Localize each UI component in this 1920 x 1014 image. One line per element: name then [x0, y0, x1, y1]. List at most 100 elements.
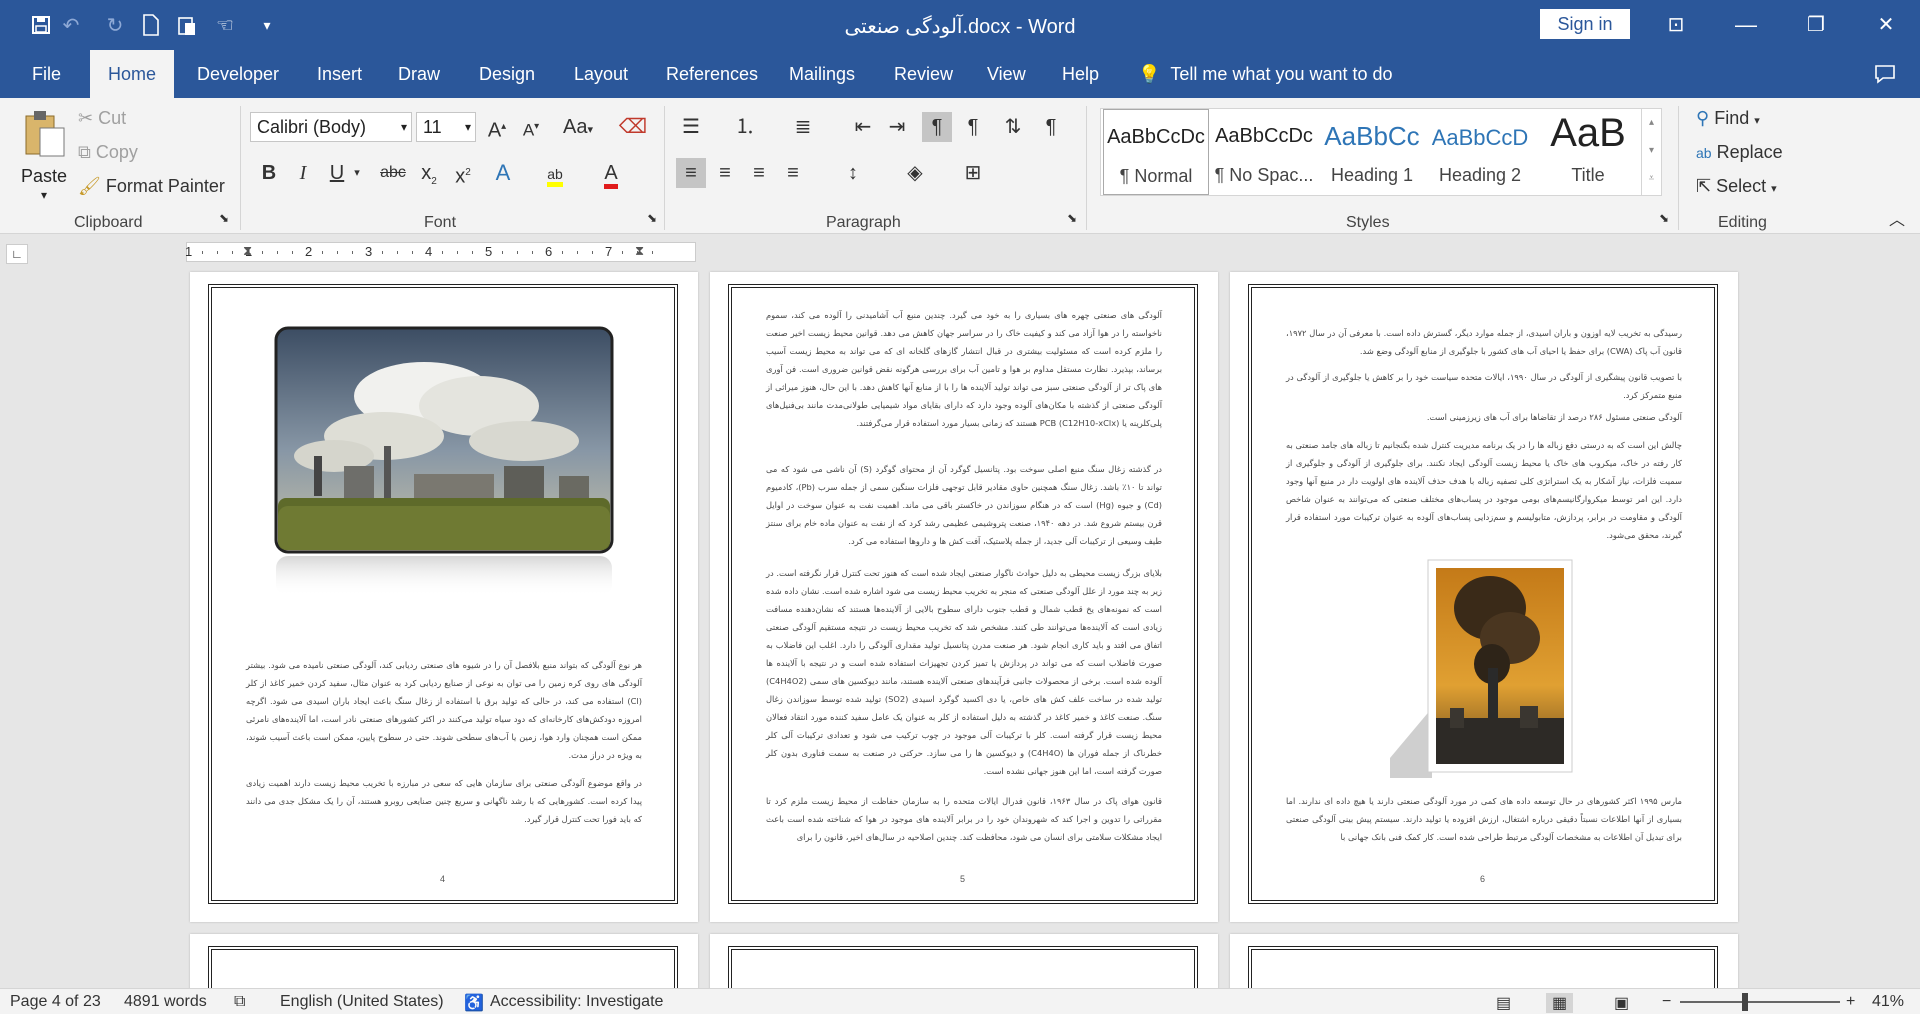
page-5-paragraph-1: آلودگی های صنعتی چهره های بسیاری را به خ…	[766, 310, 1162, 428]
underline-icon[interactable]: U	[322, 158, 352, 188]
decrease-font-size-icon[interactable]: A▾	[516, 112, 546, 142]
document-page-8[interactable]	[710, 934, 1218, 1006]
clear-formatting-icon[interactable]: ⌫	[618, 112, 648, 142]
align-left-icon[interactable]: ≡	[676, 158, 706, 188]
show-hide-formatting-icon[interactable]: ¶	[1036, 112, 1066, 142]
style-no-spacing[interactable]: AaBbCcDc ¶ No Spac...	[1211, 109, 1317, 195]
paragraph-dialog-launcher-icon[interactable]: ⬊	[1064, 210, 1080, 226]
word-count[interactable]: 4891 words	[124, 993, 207, 1011]
select-button[interactable]: ⇱ Select ▾	[1696, 176, 1777, 197]
tab-design[interactable]: Design	[461, 50, 553, 98]
tab-help[interactable]: Help	[1044, 50, 1117, 98]
collapse-ribbon-icon[interactable]: ︿	[1882, 206, 1912, 236]
clipboard-dialog-launcher-icon[interactable]: ⬊	[216, 210, 232, 226]
zoom-out-icon[interactable]: −	[1662, 993, 1671, 1011]
text-effects-icon[interactable]: A	[488, 158, 518, 188]
comments-icon[interactable]	[1870, 59, 1900, 89]
accessibility-icon[interactable]: ♿	[464, 993, 484, 1013]
align-center-icon[interactable]: ≡	[710, 158, 740, 188]
increase-font-size-icon[interactable]: A▴	[482, 112, 512, 142]
paragraph-group-label: Paragraph	[826, 214, 901, 231]
font-dialog-launcher-icon[interactable]: ⬊	[644, 210, 660, 226]
bullets-icon[interactable]: ☰	[676, 112, 706, 142]
underline-dropdown-icon[interactable]: ▾	[350, 158, 364, 188]
font-size-select[interactable]: 11 ▾	[416, 112, 476, 142]
increase-indent-icon[interactable]: ⇥	[882, 112, 912, 142]
tab-home[interactable]: Home	[90, 50, 175, 98]
document-page-6[interactable]: رسیدگی به تخریب لایه اوزون و باران اسیدی…	[1230, 272, 1738, 922]
print-layout-icon[interactable]: ▦	[1546, 993, 1574, 1013]
language-indicator[interactable]: English (United States)	[280, 993, 444, 1011]
document-page-7[interactable]	[190, 934, 698, 1006]
proofing-icon[interactable]: ⧉	[234, 993, 245, 1011]
font-family-select[interactable]: Calibri (Body) ▾	[250, 112, 412, 142]
ruler-tick	[622, 251, 623, 254]
subscript-icon[interactable]: x2	[414, 158, 444, 188]
highlight-color-icon[interactable]: ab	[540, 158, 570, 188]
tab-insert[interactable]: Insert	[299, 50, 380, 98]
rtl-direction-icon[interactable]: ¶	[958, 112, 988, 142]
read-mode-icon[interactable]: ▤	[1496, 993, 1511, 1013]
style-heading-1[interactable]: AaBbCc Heading 1	[1319, 109, 1425, 195]
find-button[interactable]: ⚲ Find ▾	[1696, 108, 1760, 129]
close-window-icon[interactable]: ✕	[1866, 10, 1906, 40]
web-layout-icon[interactable]: ▣	[1614, 993, 1629, 1013]
document-page-4[interactable]: هر نوع آلودگی که بتواند منبع بلافصل آن ر…	[190, 272, 698, 922]
sort-icon[interactable]: ⇅	[998, 112, 1028, 142]
restore-window-icon[interactable]: ❐	[1796, 10, 1836, 40]
sign-in-button[interactable]: Sign in	[1540, 9, 1630, 39]
zoom-in-icon[interactable]: +	[1846, 993, 1855, 1011]
ltr-direction-icon[interactable]: ¶	[922, 112, 952, 142]
style-heading-2[interactable]: AaBbCcD Heading 2	[1427, 109, 1533, 195]
ruler-number: 5	[485, 244, 493, 259]
replace-button[interactable]: ab Replace	[1696, 142, 1783, 163]
superscript-icon[interactable]: x2	[448, 158, 478, 188]
tab-references[interactable]: References	[648, 50, 776, 98]
styles-dialog-launcher-icon[interactable]: ⬊	[1656, 210, 1672, 226]
tab-file[interactable]: File	[14, 50, 79, 98]
tab-selector-icon[interactable]: ∟	[6, 244, 28, 264]
strikethrough-icon[interactable]: abc	[378, 158, 408, 188]
indent-marker-icon[interactable]: ⧗	[635, 243, 644, 259]
format-painter-button[interactable]: 🖌 Format Painter	[78, 176, 225, 197]
bold-icon[interactable]: B	[254, 158, 284, 188]
document-page-5[interactable]: آلودگی های صنعتی چهره های بسیاری را به خ…	[710, 272, 1218, 922]
tab-mailings[interactable]: Mailings	[771, 50, 873, 98]
tab-draw[interactable]: Draw	[380, 50, 458, 98]
align-right-icon[interactable]: ≡	[744, 158, 774, 188]
styles-scroll[interactable]: ▴ ▾ ⩡	[1641, 109, 1661, 195]
horizontal-ruler[interactable]: 1 1 2 3 4 5 6 7 ⧗ ⧗	[185, 242, 696, 262]
zoom-slider-thumb[interactable]	[1742, 993, 1748, 1011]
document-page-9[interactable]	[1230, 934, 1738, 1006]
style-normal[interactable]: AaBbCcDc ¶ Normal	[1103, 109, 1209, 195]
paste-button[interactable]: Paste ▾	[14, 104, 74, 204]
tab-review[interactable]: Review	[876, 50, 971, 98]
indent-marker-icon[interactable]: ⧗	[243, 243, 252, 259]
tab-layout[interactable]: Layout	[556, 50, 646, 98]
ribbon-tabs: File Home Developer Insert Draw Design L…	[0, 50, 1920, 98]
cut-button[interactable]: ✂ Cut	[78, 108, 126, 129]
shading-icon[interactable]: ◈	[900, 158, 930, 188]
minimize-icon[interactable]: —	[1726, 10, 1766, 40]
line-spacing-icon[interactable]: ↕	[838, 158, 868, 188]
format-painter-label: Format Painter	[105, 176, 225, 196]
zoom-slider[interactable]	[1680, 993, 1840, 1011]
accessibility-status[interactable]: Accessibility: Investigate	[490, 993, 663, 1011]
font-color-icon[interactable]: A	[596, 158, 626, 189]
page-count[interactable]: Page 4 of 23	[10, 993, 101, 1011]
style-title[interactable]: AaB Title	[1535, 109, 1641, 195]
tab-developer[interactable]: Developer	[179, 50, 297, 98]
italic-icon[interactable]: I	[288, 158, 318, 188]
borders-icon[interactable]: ⊞	[958, 158, 988, 188]
justify-icon[interactable]: ≡	[778, 158, 808, 188]
decrease-indent-icon[interactable]: ⇤	[848, 112, 878, 142]
tab-view[interactable]: View	[969, 50, 1044, 98]
copy-button[interactable]: ⧉ Copy	[78, 142, 138, 163]
multilevel-list-icon[interactable]: ≣	[788, 112, 818, 142]
change-case-icon[interactable]: Aa▾	[556, 112, 600, 142]
ruler-number: 1	[185, 244, 193, 259]
numbering-icon[interactable]: ⒈	[730, 112, 760, 142]
tell-me-search[interactable]: 💡 Tell me what you want to do	[1138, 50, 1393, 98]
zoom-level[interactable]: 41%	[1872, 993, 1904, 1011]
ribbon-display-options-icon[interactable]: ⊡	[1656, 10, 1696, 40]
